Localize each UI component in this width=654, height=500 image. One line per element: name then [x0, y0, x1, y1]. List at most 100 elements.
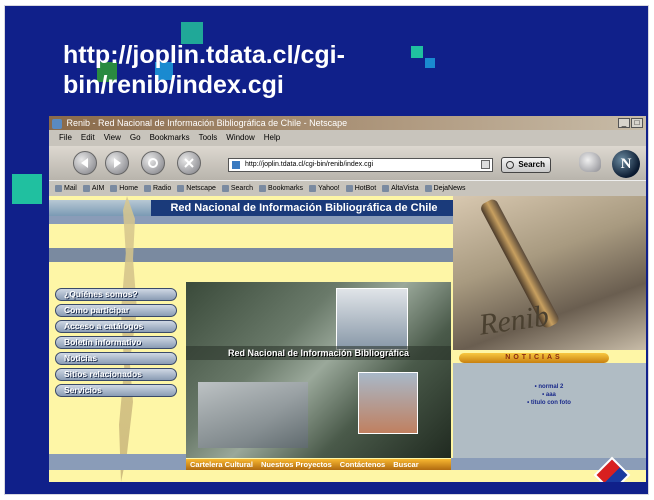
- deco-square: [12, 174, 42, 204]
- menu-window[interactable]: Window: [226, 130, 254, 146]
- deco-square: [425, 58, 435, 68]
- reload-icon: [148, 158, 158, 168]
- photo-panel: [198, 382, 308, 448]
- personal-item-label: DejaNews: [433, 184, 466, 192]
- menu-item-boletin[interactable]: Boletín informativo: [55, 336, 177, 349]
- magnifier-icon: [506, 161, 514, 169]
- menu-item-acceso-catalogos[interactable]: Acceso a catálogos: [55, 320, 177, 333]
- personal-item-label: Netscape: [186, 184, 216, 192]
- personal-item-label: HotBot: [354, 184, 377, 192]
- personal-item[interactable]: Bookmarks: [259, 181, 303, 196]
- personal-item-label: AltaVista: [391, 184, 419, 192]
- menu-item-noticias[interactable]: Noticias: [55, 352, 177, 365]
- blue-band: [49, 216, 457, 224]
- menu-item-sitios[interactable]: Sitios relacionados: [55, 368, 177, 381]
- hero-photo: Red Nacional de Información Bibliográfic…: [186, 282, 451, 458]
- menu-item-quienes-somos[interactable]: ¿Quiénes somos?: [55, 288, 177, 301]
- personal-item[interactable]: Radio: [143, 181, 172, 196]
- bookmark-icon: [309, 185, 317, 192]
- personal-item-label: Mail: [64, 184, 77, 192]
- search-button-label: Search: [518, 160, 545, 169]
- personal-item[interactable]: Mail: [55, 181, 77, 196]
- window-title: Renib - Red Nacional de Información Bibl…: [66, 118, 348, 128]
- menu-edit[interactable]: Edit: [81, 130, 95, 146]
- news-item[interactable]: • normal 2: [489, 383, 609, 391]
- menu-bar: File Edit View Go Bookmarks Tools Window…: [49, 130, 646, 146]
- print-icon[interactable]: [579, 152, 601, 172]
- news-item[interactable]: • titulo con foto: [489, 399, 609, 407]
- netscape-logo-icon: N: [612, 150, 640, 178]
- photo-panel: [336, 288, 408, 350]
- photo-caption: Red Nacional de Información Bibliográfic…: [186, 346, 451, 360]
- slide: http://joplin.tdata.cl/cgi-bin/renib/ind…: [4, 5, 649, 495]
- footer-links: Cartelera Cultural Nuestros Proyectos Co…: [186, 459, 451, 470]
- personal-item[interactable]: AIM: [82, 181, 105, 196]
- site-banner: Red Nacional de Información Bibliográfic…: [151, 200, 457, 216]
- bookmark-icon: [382, 185, 390, 192]
- personal-item[interactable]: Netscape: [177, 181, 216, 196]
- footer-link-contactenos[interactable]: Contáctenos: [340, 459, 385, 470]
- menu-bookmarks[interactable]: Bookmarks: [150, 130, 190, 146]
- footer-link-proyectos[interactable]: Nuestros Proyectos: [261, 459, 332, 470]
- page-icon: [232, 161, 240, 169]
- bookmarks-icon: [259, 185, 267, 192]
- footer-link-cartelera[interactable]: Cartelera Cultural: [190, 459, 253, 470]
- bookmark-icon: [345, 185, 353, 192]
- personal-item[interactable]: AltaVista: [382, 181, 419, 196]
- web-page: Red Nacional de Información Bibliográfic…: [49, 196, 646, 482]
- personal-item-label: Radio: [152, 184, 172, 192]
- minimize-button[interactable]: _: [618, 118, 630, 128]
- news-header: NOTICIAS: [459, 353, 609, 363]
- personal-item[interactable]: Yahoo!: [309, 181, 340, 196]
- personal-item[interactable]: HotBot: [345, 181, 377, 196]
- forward-button[interactable]: [105, 151, 129, 175]
- personal-item[interactable]: Search: [221, 181, 254, 196]
- aim-icon: [82, 185, 90, 192]
- bookmark-icon: [424, 185, 432, 192]
- window-titlebar: Renib - Red Nacional de Información Bibl…: [49, 116, 646, 130]
- personal-item-label: Search: [230, 184, 254, 192]
- navigation-toolbar: http://joplin.tdata.cl/cgi-bin/renib/ind…: [49, 146, 646, 180]
- personal-item-label: AIM: [91, 184, 105, 192]
- footer-link-buscar[interactable]: Buscar: [393, 459, 418, 470]
- forward-arrow-icon: [114, 158, 121, 168]
- search-icon: [221, 185, 229, 192]
- menu-file[interactable]: File: [59, 130, 72, 146]
- banner-left-strip: [49, 200, 151, 216]
- personal-toolbar: Mail AIM Home Radio Netscape Search Book…: [49, 180, 646, 196]
- reload-button[interactable]: [141, 151, 165, 175]
- news-list: • normal 2 • aaa • titulo con foto: [489, 383, 609, 407]
- site-menu: ¿Quiénes somos? Como participar Acceso a…: [55, 288, 180, 400]
- menu-item-servicios[interactable]: Servicios: [55, 384, 177, 397]
- url-dropdown-icon[interactable]: [481, 160, 490, 169]
- radio-icon: [143, 185, 151, 192]
- news-box: [453, 363, 646, 458]
- browser-window: Renib - Red Nacional de Información Bibl…: [49, 116, 646, 482]
- menu-tools[interactable]: Tools: [199, 130, 218, 146]
- home-icon: [110, 185, 118, 192]
- stop-icon: [184, 158, 194, 168]
- url-text: http://joplin.tdata.cl/cgi-bin/renib/ind…: [245, 161, 374, 168]
- mail-icon: [55, 185, 62, 192]
- window-controls: _ □: [618, 118, 643, 128]
- search-button[interactable]: Search: [501, 157, 551, 173]
- personal-item-label: Home: [119, 184, 138, 192]
- back-button[interactable]: [73, 151, 97, 175]
- menu-item-como-participar[interactable]: Como participar: [55, 304, 177, 317]
- menu-help[interactable]: Help: [264, 130, 280, 146]
- nav-strip: [49, 248, 457, 262]
- personal-item-label: Yahoo!: [318, 184, 340, 192]
- netscape-icon: [177, 185, 185, 192]
- url-bar[interactable]: http://joplin.tdata.cl/cgi-bin/renib/ind…: [228, 158, 493, 172]
- news-item[interactable]: • aaa: [489, 391, 609, 399]
- personal-item-label: Bookmarks: [268, 184, 304, 192]
- personal-item[interactable]: DejaNews: [424, 181, 466, 196]
- stop-button[interactable]: [177, 151, 201, 175]
- bottom-band: [49, 454, 186, 470]
- menu-view[interactable]: View: [104, 130, 121, 146]
- back-arrow-icon: [81, 158, 88, 168]
- photo-panel: [358, 372, 418, 434]
- maximize-button[interactable]: □: [631, 118, 643, 128]
- menu-go[interactable]: Go: [130, 130, 141, 146]
- personal-item[interactable]: Home: [110, 181, 138, 196]
